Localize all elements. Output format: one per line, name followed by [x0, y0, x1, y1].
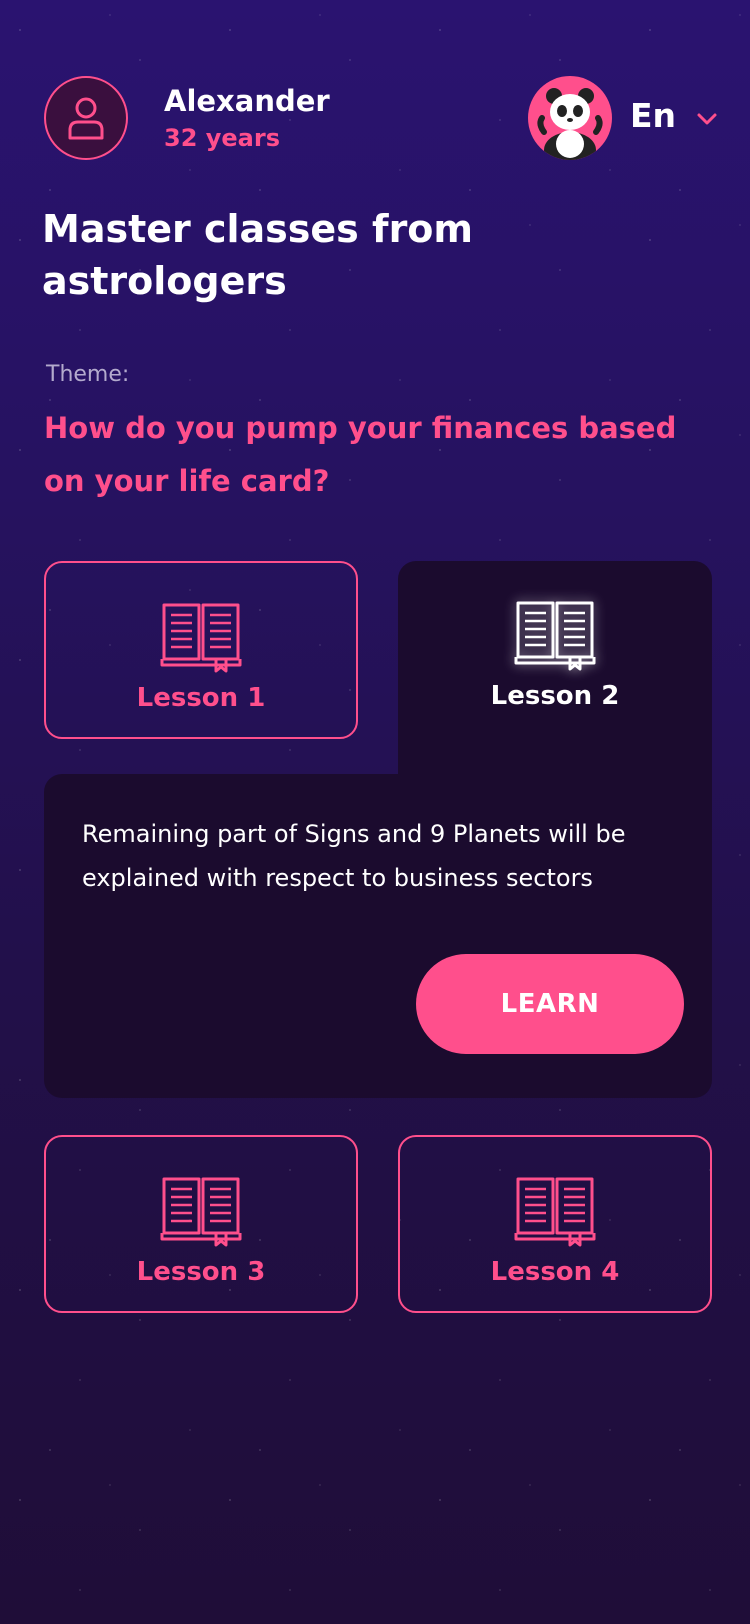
book-icon [160, 603, 242, 673]
lesson-label: Lesson 4 [490, 1257, 620, 1287]
theme-label: Theme: [46, 362, 130, 387]
theme-text: How do you pump your finances based on y… [44, 411, 677, 498]
lesson-card-1[interactable]: Lesson 1 [44, 561, 358, 739]
language-selector[interactable]: En [630, 96, 676, 135]
lesson-card-2[interactable]: Lesson 2 [398, 561, 712, 791]
lesson-label: Lesson 3 [136, 1257, 266, 1287]
lesson-label: Lesson 1 [136, 683, 266, 713]
profile-avatar[interactable] [44, 76, 128, 160]
lesson-card-3[interactable]: Lesson 3 [44, 1135, 358, 1313]
learn-button[interactable]: LEARN [416, 954, 684, 1054]
user-name: Alexander [164, 84, 330, 118]
book-icon [514, 1177, 596, 1247]
page-title: Master classes from astrologers [42, 207, 474, 303]
book-icon [160, 1177, 242, 1247]
book-icon [514, 601, 596, 671]
user-age: 32 years [164, 124, 280, 152]
lesson-description: Remaining part of Signs and 9 Planets wi… [82, 820, 626, 892]
user-icon [68, 97, 104, 140]
lesson-card-4[interactable]: Lesson 4 [398, 1135, 712, 1313]
lesson-label: Lesson 2 [490, 681, 620, 711]
lesson-detail-panel: Remaining part of Signs and 9 Planets wi… [44, 774, 712, 1098]
header: Alexander 32 years En [44, 76, 717, 160]
chevron-down-icon[interactable] [694, 106, 720, 132]
panda-avatar-icon[interactable] [528, 76, 612, 160]
